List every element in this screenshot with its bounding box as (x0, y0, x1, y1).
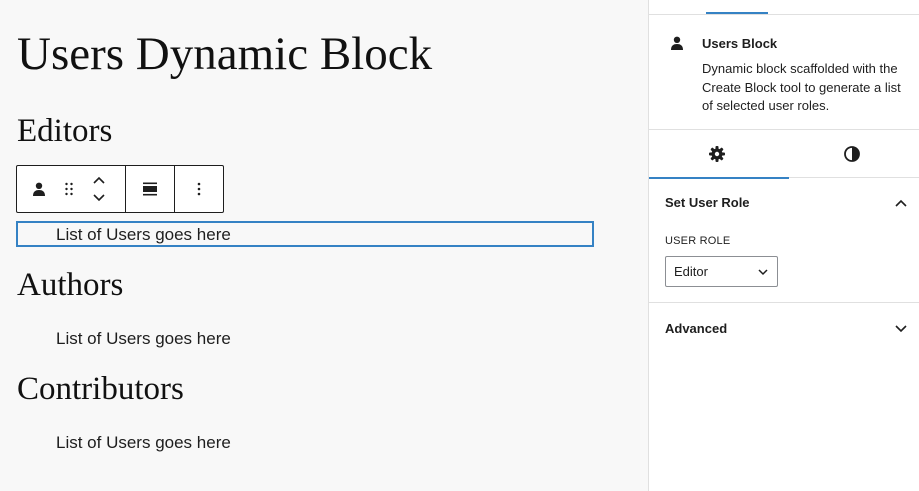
move-up-button[interactable] (92, 171, 106, 189)
more-options-button[interactable] (187, 166, 211, 212)
users-block-authors[interactable]: List of Users goes here (56, 327, 231, 351)
heading-editors[interactable]: Editors (17, 111, 112, 151)
user-role-selected-value: Editor (674, 264, 708, 279)
move-up-icon (93, 176, 105, 184)
panel-advanced: Advanced (649, 303, 919, 353)
heading-contributors[interactable]: Contributors (17, 369, 184, 409)
user-icon (671, 36, 683, 50)
panel-set-user-role: Set User Role USER ROLE Editor (649, 178, 919, 303)
heading-authors[interactable]: Authors (17, 265, 123, 305)
users-block-text: List of Users goes here (56, 225, 231, 244)
drag-handle-button[interactable] (57, 166, 81, 212)
user-icon (33, 182, 45, 196)
toolbar-group-options (175, 166, 223, 212)
align-button[interactable] (138, 166, 162, 212)
align-icon (143, 182, 157, 196)
block-card-title: Users Block (702, 36, 778, 51)
chevron-down-icon (895, 324, 907, 332)
settings-sidebar: Users Block Dynamic block scaffolded wit… (648, 0, 919, 491)
toolbar-group-align (126, 166, 175, 212)
user-role-select[interactable]: Editor (665, 256, 778, 287)
block-card: Users Block Dynamic block scaffolded wit… (649, 15, 919, 130)
chevron-up-icon (895, 199, 907, 207)
panel-toggle-user-role[interactable]: Set User Role (665, 195, 908, 210)
panel-title-advanced: Advanced (665, 321, 728, 336)
more-options-icon (197, 182, 201, 196)
move-down-button[interactable] (92, 189, 106, 207)
toolbar-group-block (17, 166, 126, 212)
block-card-description: Dynamic block scaffolded with the Create… (702, 61, 901, 113)
block-type-button[interactable] (27, 166, 51, 212)
chevron-down-icon (758, 268, 768, 275)
block-mover (87, 166, 111, 212)
user-role-label: USER ROLE (665, 235, 731, 247)
styles-contrast-icon (844, 146, 861, 162)
inspector-tabs (649, 130, 919, 179)
drag-handle-icon (65, 182, 73, 196)
post-title[interactable]: Users Dynamic Block (17, 26, 432, 82)
block-toolbar (16, 165, 224, 213)
users-block-contributors[interactable]: List of Users goes here (56, 431, 231, 455)
tab-settings[interactable] (649, 130, 789, 179)
tab-styles[interactable] (785, 130, 919, 178)
panel-toggle-advanced[interactable]: Advanced (665, 321, 908, 336)
sidebar-tabs (649, 0, 919, 15)
settings-gear-icon (708, 146, 725, 162)
editor-canvas: Users Dynamic Block Editors List of User… (0, 0, 648, 491)
block-tab-indicator[interactable] (706, 12, 768, 14)
panel-title-user-role: Set User Role (665, 195, 750, 210)
move-down-icon (93, 194, 105, 202)
selected-users-block[interactable]: List of Users goes here (16, 221, 594, 247)
